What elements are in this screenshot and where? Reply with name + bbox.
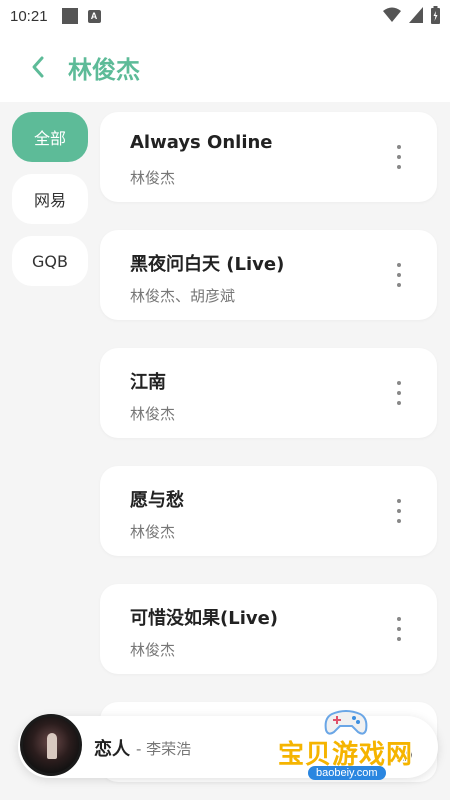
back-button[interactable] xyxy=(18,47,58,87)
song-list: Always Online 林俊杰 黑夜问白天 (Live) 林俊杰、胡彦斌 江… xyxy=(100,112,437,800)
tab-netease[interactable]: 网易 xyxy=(12,174,88,224)
song-title: Always Online xyxy=(130,132,273,153)
song-item[interactable]: 黑夜问白天 (Live) 林俊杰、胡彦斌 xyxy=(100,230,437,320)
more-options-icon[interactable] xyxy=(393,499,405,523)
cellular-icon xyxy=(409,7,423,23)
now-playing-title: 恋人 xyxy=(94,739,130,760)
chevron-left-icon xyxy=(32,56,44,78)
album-cover[interactable] xyxy=(20,714,82,776)
status-time: 10:21 xyxy=(10,7,48,25)
song-title: 愿与愁 xyxy=(130,490,184,511)
watermark-url: baobeiy.com xyxy=(308,766,386,780)
song-title: 江南 xyxy=(130,372,166,393)
now-playing-artist: - 李荣浩 xyxy=(136,740,192,758)
song-artist: 林俊杰 xyxy=(130,405,176,423)
app-header: 林俊杰 xyxy=(0,32,450,102)
page-title: 林俊杰 xyxy=(68,55,140,84)
source-sidebar: 全部 网易 GQB xyxy=(12,112,88,298)
more-options-icon[interactable] xyxy=(393,263,405,287)
watermark: 宝贝游戏网 baobeiy.com xyxy=(272,700,422,790)
status-icons xyxy=(383,6,440,24)
notification-square-icon xyxy=(61,8,78,24)
more-options-icon[interactable] xyxy=(393,381,405,405)
wifi-icon xyxy=(383,7,401,22)
song-item[interactable]: Always Online 林俊杰 xyxy=(100,112,437,202)
battery-icon xyxy=(431,6,440,24)
cover-art xyxy=(47,733,57,759)
more-options-icon[interactable] xyxy=(393,617,405,641)
song-artist: 林俊杰、胡彦斌 xyxy=(130,287,236,305)
song-artist: 林俊杰 xyxy=(130,641,176,659)
song-item[interactable]: 江南 林俊杰 xyxy=(100,348,437,438)
tab-gqb[interactable]: GQB xyxy=(12,236,88,286)
song-item[interactable]: 可惜没如果(Live) 林俊杰 xyxy=(100,584,437,674)
song-title: 可惜没如果(Live) xyxy=(130,608,279,629)
notification-a-icon: A xyxy=(87,9,101,23)
song-artist: 林俊杰 xyxy=(130,169,176,187)
status-bar: 10:21 A xyxy=(0,0,450,32)
more-options-icon[interactable] xyxy=(393,145,405,169)
song-artist: 林俊杰 xyxy=(130,523,176,541)
song-title: 黑夜问白天 (Live) xyxy=(130,254,285,275)
song-item[interactable]: 愿与愁 林俊杰 xyxy=(100,466,437,556)
tab-all[interactable]: 全部 xyxy=(12,112,88,162)
